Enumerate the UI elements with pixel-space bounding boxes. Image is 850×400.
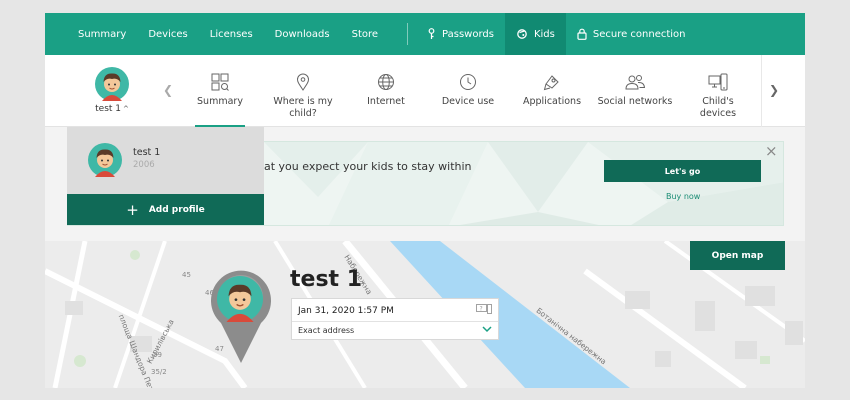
nav-summary[interactable]: Summary [45,13,137,55]
clock-icon [460,74,476,90]
tab-childs-devices[interactable]: Child's devices [683,55,753,127]
nav-store[interactable]: Store [341,13,389,55]
tab-where-label: Where is my child? [273,96,333,119]
people-icon [625,75,646,90]
plus-icon: + [126,200,139,219]
kids-subnav: test 1 ^ ❮ Summary Where is my child? In… [45,55,805,127]
globe-icon [378,74,394,90]
map-house-number: 35/2 [151,368,167,376]
nav-licenses[interactable]: Licenses [199,13,264,55]
nav-downloads[interactable]: Downloads [264,13,341,55]
child-avatar [217,276,263,322]
profile-dropdown: test 1 2006 + Add profile [67,127,264,225]
chevron-down-icon[interactable] [482,325,492,333]
lets-go-button[interactable]: Let's go [604,160,761,182]
nav-secure-connection[interactable]: Secure connection [566,13,697,55]
buy-now-link[interactable]: Buy now [666,192,700,201]
svg-text:?: ? [480,306,483,313]
profile-dropdown-item[interactable]: test 1 2006 [67,127,264,194]
add-profile-label: Add profile [148,204,205,215]
tab-applications[interactable]: Applications [521,55,583,127]
nav-kids-label: Kids [533,28,555,40]
map-house-number: 45 [182,271,191,279]
location-timestamp: Jan 31, 2020 1:57 PM [298,306,394,316]
tab-device-use[interactable]: Device use [438,55,498,127]
chevron-left-icon[interactable]: ❮ [163,83,173,97]
summary-icon [211,73,229,91]
tab-where-is-my-child[interactable]: Where is my child? [267,55,339,127]
location-info-card: Jan 31, 2020 1:57 PM ? Exact address [291,298,499,340]
tab-social-networks[interactable]: Social networks [597,55,673,127]
address-type-select[interactable]: Exact address [298,326,354,335]
apps-icon [543,75,559,91]
profile-selector[interactable]: test 1 ^ [67,55,157,127]
dropdown-profile-year: 2006 [133,160,155,170]
lock-icon [577,28,587,40]
tab-applications-label: Applications [522,96,582,107]
card-divider [292,321,498,322]
nav-secure-label: Secure connection [592,28,686,40]
map-child-name: test 1 [290,267,363,292]
tab-social-label: Social networks [597,96,673,107]
add-profile-button[interactable]: + Add profile [67,194,264,225]
nav-devices[interactable]: Devices [137,13,198,55]
tab-internet[interactable]: Internet [360,55,412,127]
close-icon[interactable]: × [765,144,778,159]
key-icon [428,28,435,39]
top-navigation: Summary Devices Licenses Downloads Store… [45,13,805,55]
location-map[interactable]: площа Шандора Петефі Кирилівська Ботаніч… [45,241,805,388]
dropdown-profile-name: test 1 [133,147,161,158]
app-window: Summary Devices Licenses Downloads Store… [45,13,805,388]
banner-text: at you expect your kids to stay within [264,160,472,173]
profile-name: test 1 ^ [95,104,129,114]
child-avatar [88,143,122,177]
subnav-divider [761,55,762,127]
location-pin-icon [296,73,310,91]
device-unknown-icon: ? [476,304,492,314]
tab-summary[interactable]: Summary [195,55,245,127]
nav-passwords[interactable]: Passwords [416,13,505,55]
nav-kids[interactable]: Kids [504,13,566,55]
chevron-up-icon: ^ [123,105,129,113]
open-map-button[interactable]: Open map [690,241,785,270]
map-house-number: 39 [153,351,162,359]
tab-device-use-label: Device use [441,96,495,107]
child-avatar [95,67,129,101]
devices-icon [708,73,728,91]
chevron-right-icon[interactable]: ❯ [769,83,779,97]
tab-internet-label: Internet [367,96,405,107]
tab-childs-devices-label: Child's devices [699,96,737,119]
kids-icon [517,29,527,39]
nav-passwords-label: Passwords [442,28,494,40]
profile-name-label: test 1 [95,104,121,114]
tab-summary-label: Summary [197,96,243,107]
nav-divider [407,23,409,45]
